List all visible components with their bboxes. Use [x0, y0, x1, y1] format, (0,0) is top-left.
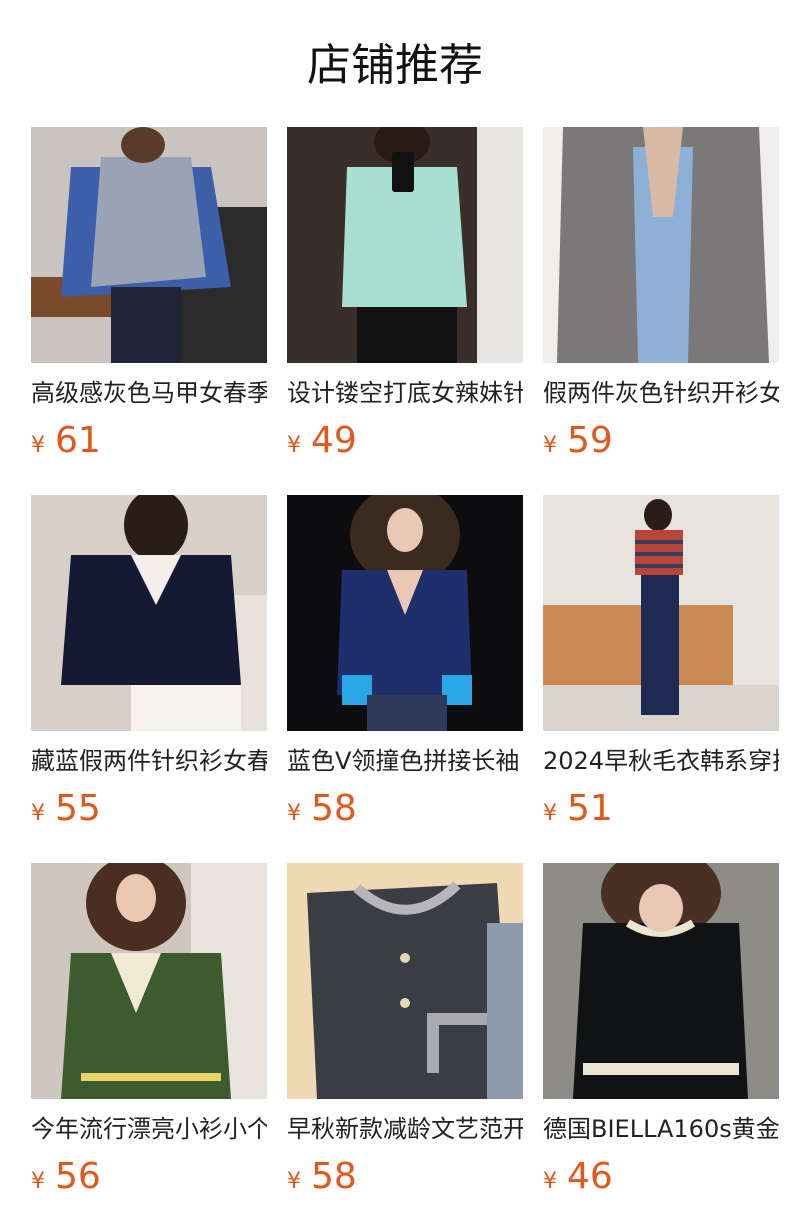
product-price: ¥56 [31, 1155, 267, 1199]
product-price: ¥49 [287, 419, 523, 463]
product-name[interactable]: 蓝色V领撞色拼接长袖 [287, 745, 523, 777]
product-price: ¥61 [31, 419, 267, 463]
product-image[interactable] [287, 495, 523, 731]
product-name[interactable]: 今年流行漂亮小衫小个子 [31, 1113, 267, 1145]
price-value: 46 [567, 1156, 613, 1197]
product-card[interactable]: 设计镂空打底女辣妹针 ¥49 [287, 127, 523, 463]
product-name[interactable]: 藏蓝假两件针织衫女春 [31, 745, 267, 777]
price-value: 49 [311, 420, 357, 461]
product-card[interactable]: 假两件灰色针织开衫女 ¥59 [543, 127, 779, 463]
price-value: 58 [311, 788, 357, 829]
product-image[interactable] [543, 863, 779, 1099]
currency-symbol: ¥ [287, 433, 301, 458]
currency-symbol: ¥ [287, 801, 301, 826]
currency-symbol: ¥ [543, 433, 557, 458]
product-price: ¥55 [31, 787, 267, 831]
product-image[interactable] [31, 127, 267, 363]
product-name[interactable]: 2024早秋毛衣韩系穿搭 [543, 745, 779, 777]
product-card[interactable]: 今年流行漂亮小衫小个子 ¥56 [31, 863, 267, 1199]
product-image[interactable] [543, 495, 779, 731]
currency-symbol: ¥ [31, 801, 45, 826]
price-value: 51 [567, 788, 613, 829]
price-value: 61 [55, 420, 101, 461]
product-price: ¥58 [287, 1155, 523, 1199]
currency-symbol: ¥ [31, 433, 45, 458]
product-image[interactable] [287, 127, 523, 363]
product-name[interactable]: 高级感灰色马甲女春季 [31, 377, 267, 409]
product-card[interactable]: 蓝色V领撞色拼接长袖 ¥58 [287, 495, 523, 831]
product-price: ¥51 [543, 787, 779, 831]
product-price: ¥58 [287, 787, 523, 831]
product-image[interactable] [31, 863, 267, 1099]
product-price: ¥59 [543, 419, 779, 463]
section-title: 店铺推荐 [307, 40, 483, 91]
currency-symbol: ¥ [543, 801, 557, 826]
currency-symbol: ¥ [543, 1169, 557, 1194]
product-name[interactable]: 德国BIELLA160s黄金比 [543, 1113, 779, 1145]
product-card[interactable]: 早秋新款减龄文艺范开衫 ¥58 [287, 863, 523, 1199]
product-name[interactable]: 早秋新款减龄文艺范开衫 [287, 1113, 523, 1145]
currency-symbol: ¥ [287, 1169, 301, 1194]
product-name[interactable]: 设计镂空打底女辣妹针 [287, 377, 523, 409]
price-value: 59 [567, 420, 613, 461]
product-image[interactable] [543, 127, 779, 363]
product-name[interactable]: 假两件灰色针织开衫女 [543, 377, 779, 409]
product-card[interactable]: 德国BIELLA160s黄金比 ¥46 [543, 863, 779, 1199]
product-card[interactable]: 2024早秋毛衣韩系穿搭 ¥51 [543, 495, 779, 831]
product-card[interactable]: 藏蓝假两件针织衫女春 ¥55 [31, 495, 267, 831]
product-price: ¥46 [543, 1155, 779, 1199]
price-value: 56 [55, 1156, 101, 1197]
currency-symbol: ¥ [31, 1169, 45, 1194]
product-card[interactable]: 高级感灰色马甲女春季 ¥61 [31, 127, 267, 463]
product-image[interactable] [287, 863, 523, 1099]
product-image[interactable] [31, 495, 267, 731]
price-value: 58 [311, 1156, 357, 1197]
price-value: 55 [55, 788, 101, 829]
